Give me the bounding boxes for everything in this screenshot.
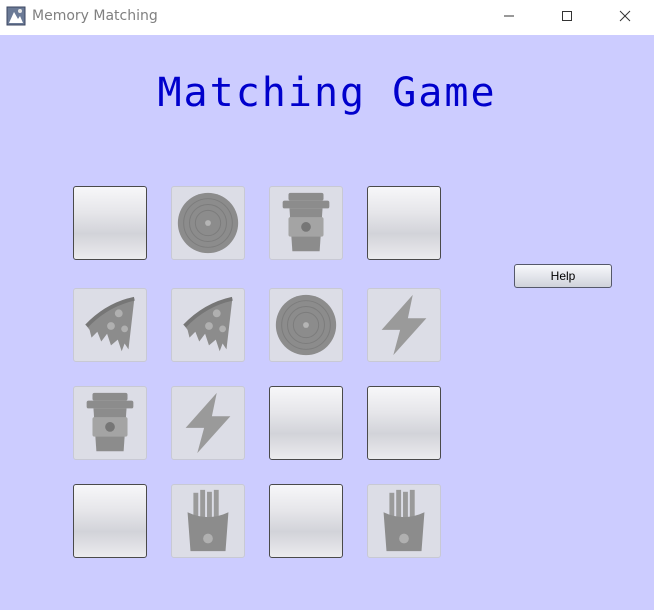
card-r3-c1[interactable] [73, 386, 147, 460]
close-icon [619, 10, 631, 22]
card-r4-c1[interactable] [73, 484, 147, 558]
minimize-button[interactable] [486, 0, 532, 32]
java-app-icon [6, 6, 26, 26]
card-r2-c3[interactable] [269, 288, 343, 362]
game-panel: Matching Game Help [0, 35, 654, 610]
card-r3-c4[interactable] [367, 386, 441, 460]
card-r4-c3[interactable] [269, 484, 343, 558]
vinyl-record-icon [275, 294, 337, 356]
card-r4-c4[interactable] [367, 484, 441, 558]
lightning-bolt-icon [381, 294, 427, 356]
vinyl-record-icon [177, 192, 239, 254]
pizza-slice-icon [85, 296, 135, 352]
card-r1-c4[interactable] [367, 186, 441, 260]
minimize-icon [504, 15, 514, 17]
card-r1-c1[interactable] [73, 186, 147, 260]
pizza-slice-icon [183, 296, 233, 352]
maximize-icon [562, 11, 572, 21]
help-button[interactable]: Help [514, 264, 612, 288]
card-r3-c2[interactable] [171, 386, 245, 460]
french-fries-icon [383, 489, 425, 552]
close-button[interactable] [602, 0, 648, 32]
card-r4-c2[interactable] [171, 484, 245, 558]
card-r2-c4[interactable] [367, 288, 441, 362]
game-title: Matching Game [157, 70, 497, 116]
lightning-bolt-icon [185, 392, 231, 454]
card-r2-c2[interactable] [171, 288, 245, 362]
coffee-cup-icon [86, 392, 134, 452]
title-bar: Memory Matching [0, 0, 654, 35]
coffee-cup-icon [282, 192, 330, 252]
maximize-button[interactable] [544, 0, 590, 32]
window-title: Memory Matching [32, 8, 158, 24]
card-r2-c1[interactable] [73, 288, 147, 362]
card-r1-c3[interactable] [269, 186, 343, 260]
card-r1-c2[interactable] [171, 186, 245, 260]
french-fries-icon [187, 489, 229, 552]
card-r3-c3[interactable] [269, 386, 343, 460]
